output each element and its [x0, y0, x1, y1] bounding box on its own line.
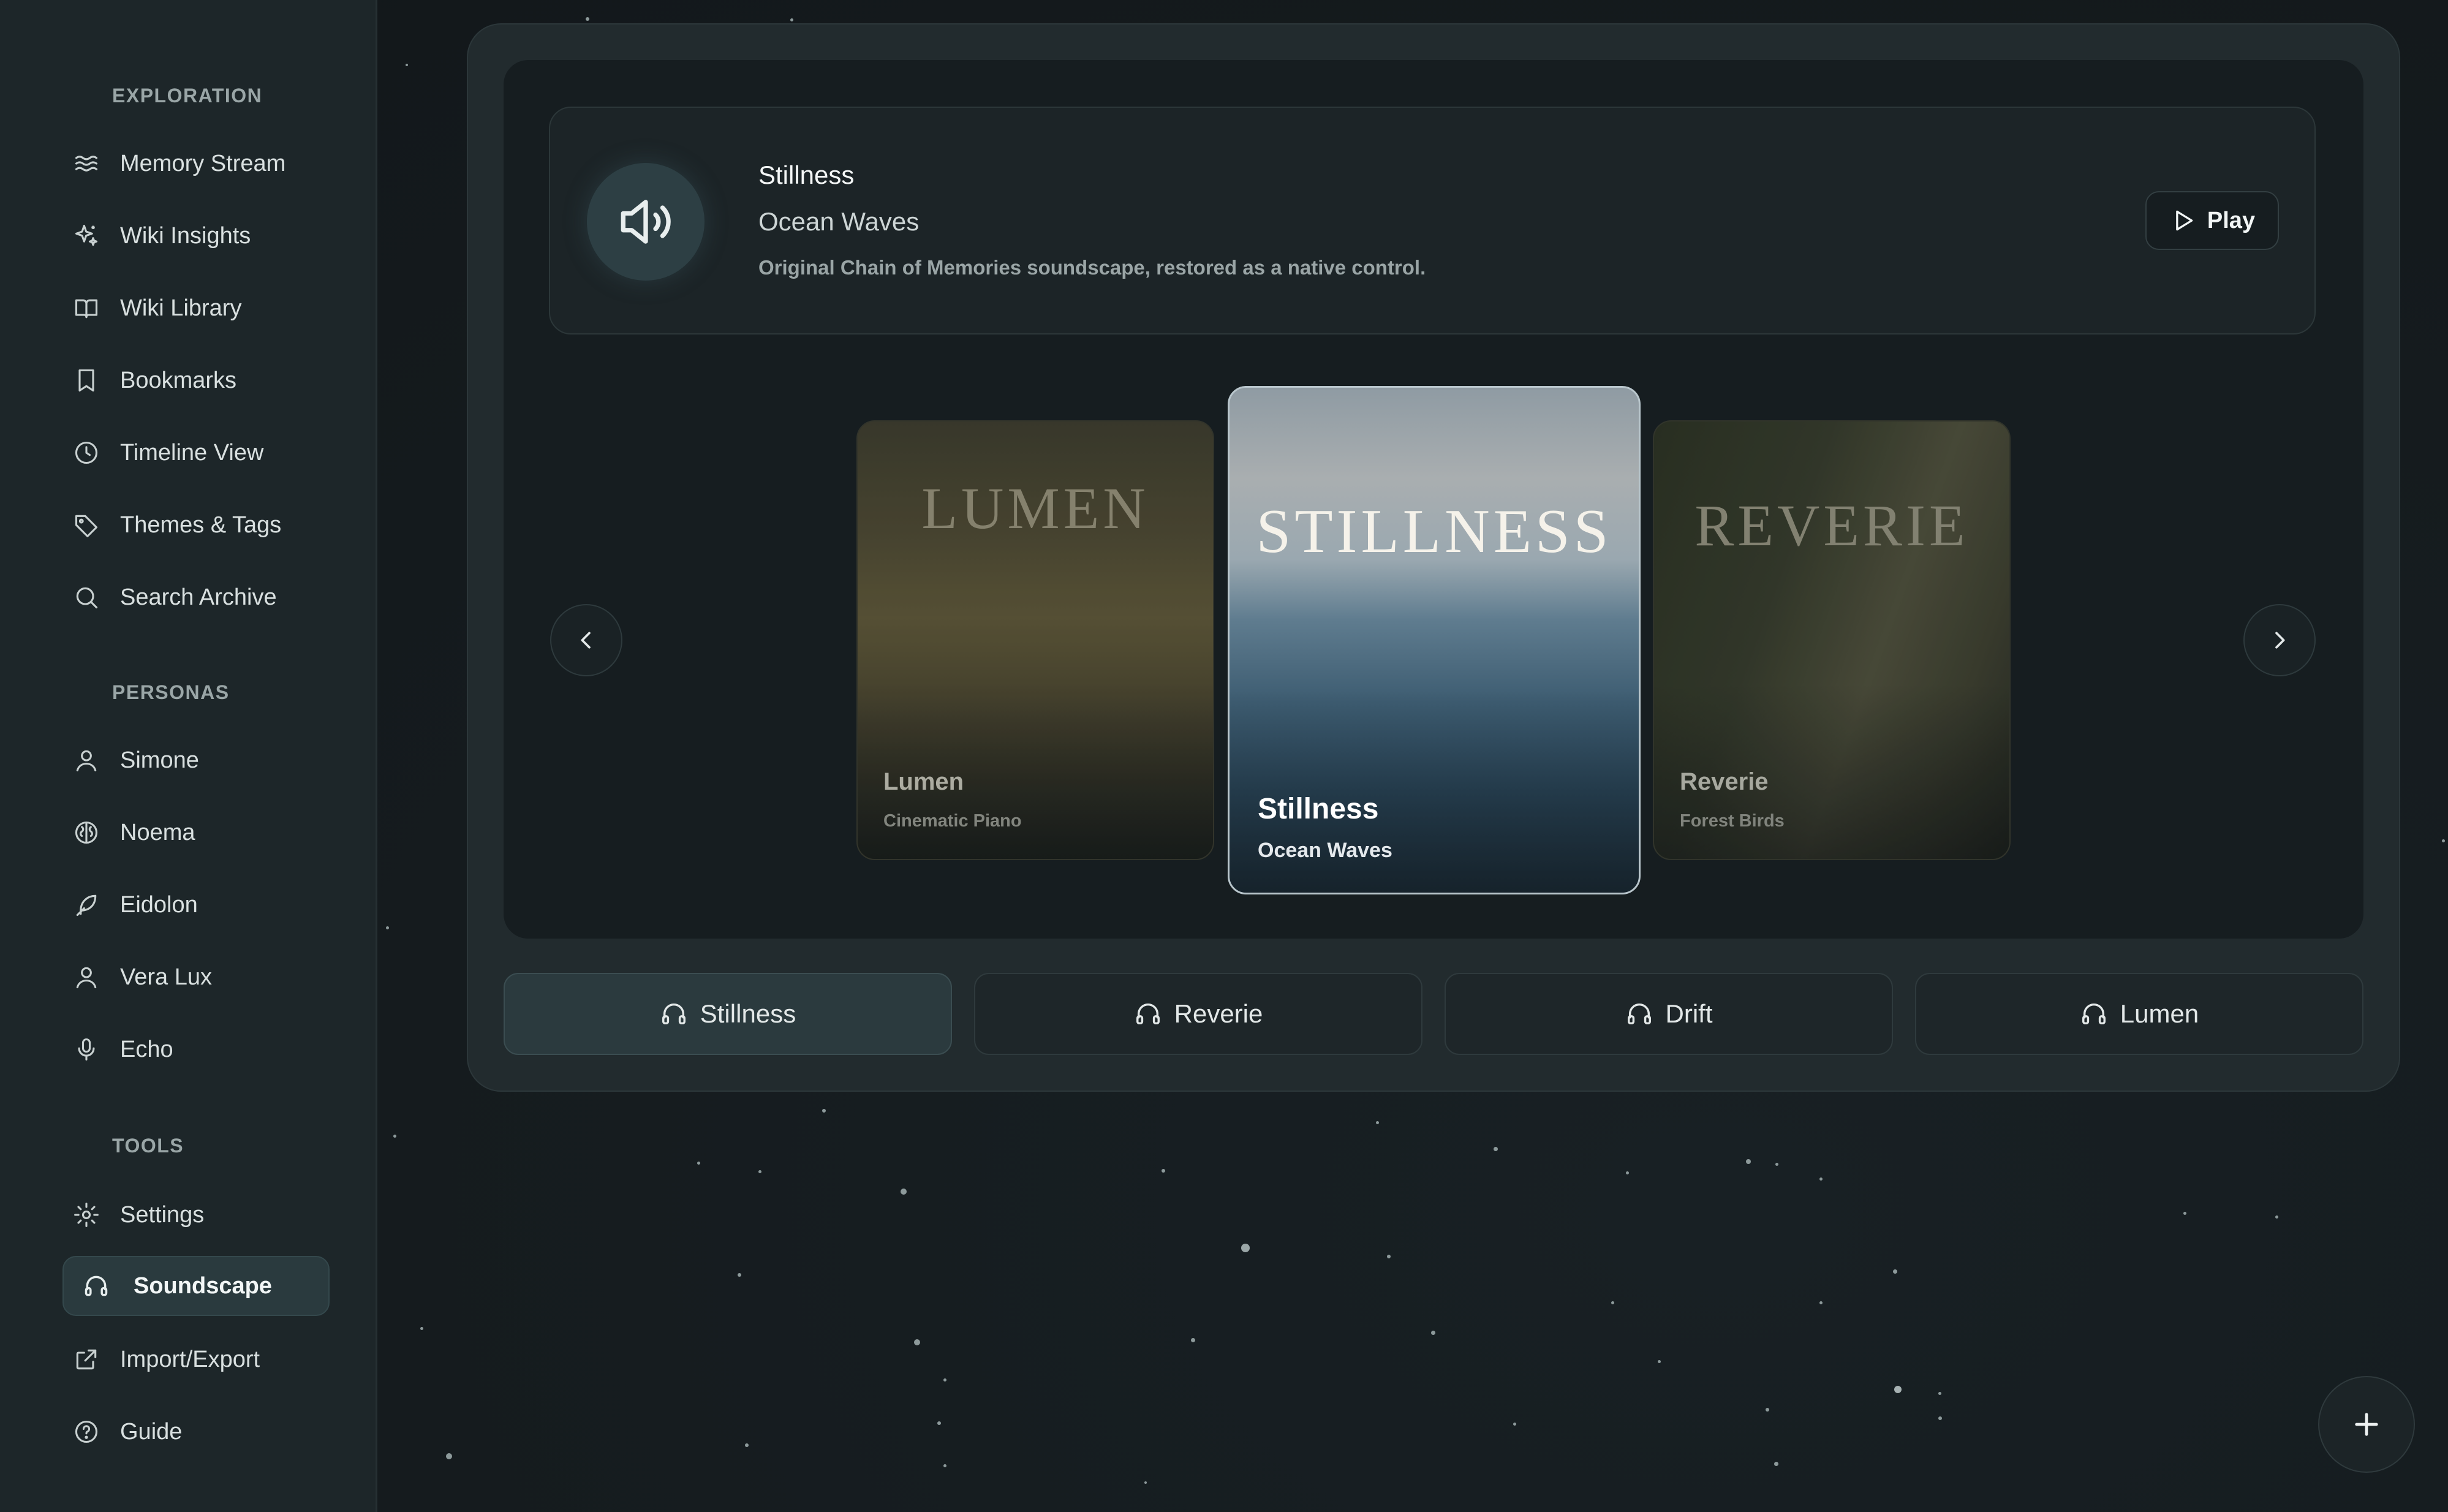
section-title-personas: PERSONAS	[112, 681, 230, 703]
section-title-exploration: EXPLORATION	[112, 85, 263, 107]
bookmark-icon	[70, 364, 103, 397]
play-icon	[2176, 210, 2193, 231]
speaker-icon	[587, 163, 705, 281]
carousel-next-button[interactable]	[2243, 604, 2316, 676]
chevron-right-icon	[2275, 632, 2285, 649]
tab-label: Lumen	[2120, 999, 2199, 1028]
sidebar-item-simone[interactable]: Simone	[62, 730, 330, 790]
sidebar-item-soundscape[interactable]: Soundscape	[62, 1256, 330, 1316]
tab-label: Reverie	[1174, 999, 1263, 1028]
sidebar-item-label: Guide	[120, 1418, 183, 1445]
headphones-icon	[80, 1269, 113, 1302]
sidebar-item-search-archive[interactable]: Search Archive	[62, 567, 330, 627]
sidebar-item-guide[interactable]: Guide	[62, 1402, 330, 1462]
headphones-icon	[1627, 1004, 1651, 1025]
external-link-icon	[70, 1343, 103, 1376]
play-button[interactable]: Play	[2145, 191, 2279, 250]
sidebar-item-label: Eidolon	[120, 891, 198, 918]
search-icon	[70, 581, 103, 614]
feather-icon	[70, 888, 103, 921]
help-circle-icon	[70, 1415, 103, 1448]
gear-icon	[70, 1198, 103, 1231]
sidebar-item-label: Settings	[120, 1201, 205, 1228]
headphones-icon	[2082, 1004, 2106, 1025]
tab-drift[interactable]: Drift	[1445, 973, 1893, 1055]
sparkles-icon	[70, 219, 103, 252]
section-title-tools: TOOLS	[112, 1135, 184, 1157]
sidebar-item-label: Soundscape	[134, 1272, 272, 1299]
sidebar-item-timeline-view[interactable]: Timeline View	[62, 423, 330, 483]
tab-stillness[interactable]: Stillness	[504, 973, 952, 1055]
sidebar-item-noema[interactable]: Noema	[62, 803, 330, 863]
card-subtitle: Forest Birds	[1680, 811, 1785, 831]
user-icon	[70, 744, 103, 777]
clock-icon	[70, 436, 103, 469]
sidebar-item-bookmarks[interactable]: Bookmarks	[62, 350, 330, 410]
sidebar: EXPLORATION Memory Stream Wiki Insights …	[0, 0, 377, 1512]
carousel-card-stillness[interactable]: STILLNESS Stillness Ocean Waves	[1228, 386, 1641, 894]
carousel-card-lumen[interactable]: LUMEN Lumen Cinematic Piano	[856, 420, 1214, 860]
card-art-title: STILLNESS	[1256, 497, 1612, 566]
sidebar-item-wiki-insights[interactable]: Wiki Insights	[62, 206, 330, 266]
sidebar-item-label: Simone	[120, 747, 199, 773]
card-subtitle: Ocean Waves	[1258, 839, 1392, 862]
sidebar-item-label: Wiki Insights	[120, 222, 251, 249]
sidebar-item-label: Search Archive	[120, 584, 277, 610]
headphones-icon	[1136, 1004, 1160, 1025]
sidebar-item-label: Themes & Tags	[120, 512, 282, 538]
sidebar-item-vera-lux[interactable]: Vera Lux	[62, 947, 330, 1007]
card-subtitle: Cinematic Piano	[883, 811, 1022, 831]
play-button-label: Play	[2207, 207, 2256, 233]
sidebar-item-eidolon[interactable]: Eidolon	[62, 875, 330, 935]
sidebar-item-memory-stream[interactable]: Memory Stream	[62, 134, 330, 194]
add-button[interactable]	[2318, 1376, 2415, 1473]
card-art-title: LUMEN	[921, 475, 1149, 541]
sidebar-item-themes-tags[interactable]: Themes & Tags	[62, 495, 330, 555]
open-book-icon	[70, 292, 103, 325]
sidebar-item-import-export[interactable]: Import/Export	[62, 1329, 330, 1389]
card-name: Reverie	[1680, 768, 1769, 795]
sidebar-item-label: Echo	[120, 1036, 173, 1062]
tab-lumen[interactable]: Lumen	[1915, 973, 2363, 1055]
sidebar-item-echo[interactable]: Echo	[62, 1019, 330, 1079]
now-playing-title: Stillness	[758, 161, 855, 189]
now-playing-description: Original Chain of Memories soundscape, r…	[758, 256, 1426, 279]
chevron-left-icon	[581, 632, 591, 649]
card-name: Lumen	[883, 768, 964, 795]
user-icon	[70, 961, 103, 994]
card-name: Stillness	[1258, 793, 1379, 825]
sidebar-item-label: Vera Lux	[120, 964, 212, 990]
microphone-icon	[70, 1033, 103, 1066]
sidebar-item-wiki-library[interactable]: Wiki Library	[62, 278, 330, 338]
carousel-prev-button[interactable]	[550, 604, 622, 676]
sidebar-item-label: Import/Export	[120, 1346, 260, 1372]
sidebar-item-label: Wiki Library	[120, 295, 242, 321]
card-art-title: REVERIE	[1694, 493, 1969, 558]
tab-label: Stillness	[700, 999, 796, 1028]
sidebar-item-label: Bookmarks	[120, 367, 237, 393]
plus-icon	[2355, 1413, 2378, 1436]
waves-icon	[70, 147, 103, 180]
carousel-card-reverie[interactable]: REVERIE Reverie Forest Birds	[1653, 420, 2011, 860]
sidebar-item-label: Timeline View	[120, 439, 264, 466]
tab-reverie[interactable]: Reverie	[974, 973, 1422, 1055]
sidebar-item-label: Memory Stream	[120, 150, 286, 176]
app-root: EXPLORATION Memory Stream Wiki Insights …	[0, 0, 2448, 1512]
sidebar-item-settings[interactable]: Settings	[62, 1185, 330, 1245]
now-playing-subtitle: Ocean Waves	[758, 207, 920, 236]
tab-label: Drift	[1665, 999, 1713, 1028]
tag-icon	[70, 508, 103, 542]
headphones-icon	[662, 1004, 686, 1025]
brain-icon	[70, 816, 103, 849]
sidebar-item-label: Noema	[120, 819, 195, 845]
